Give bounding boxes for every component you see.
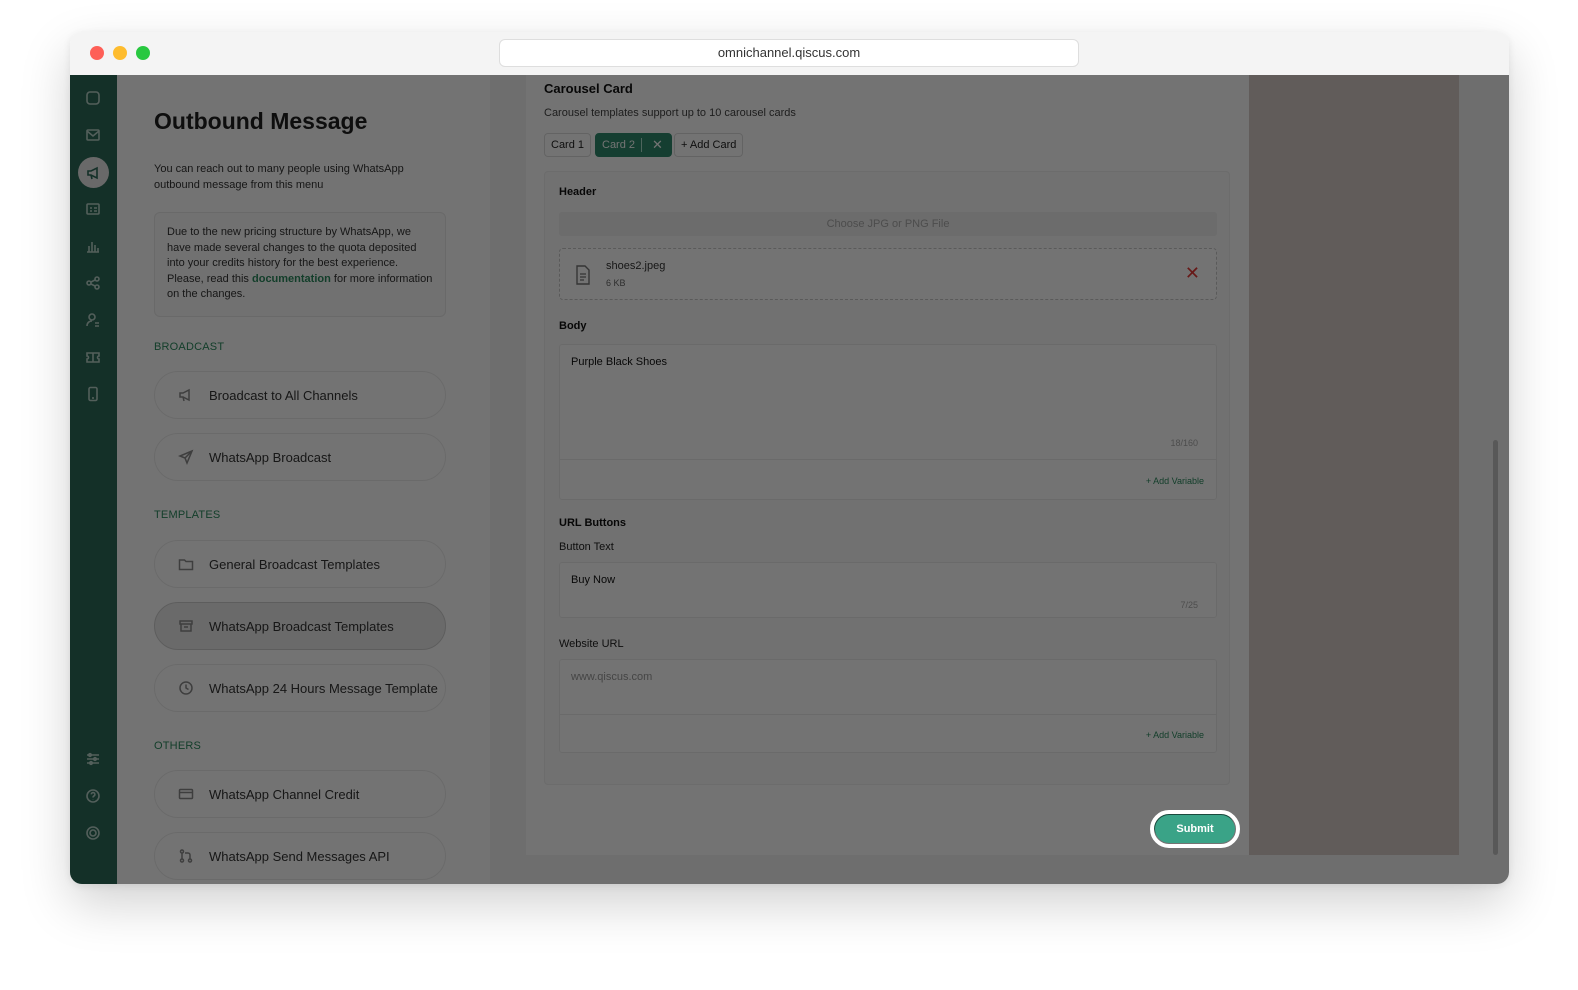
button-text-value: Buy Now — [571, 574, 616, 586]
menu-label: General Broadcast Templates — [209, 556, 381, 572]
browser-window: omnichannel.qiscus.com Outbound Message … — [70, 32, 1509, 884]
url-buttons-label: URL Buttons — [559, 517, 627, 529]
menu-whatsapp-24-hours-template[interactable]: WhatsApp 24 Hours Message Template — [154, 664, 446, 712]
menu-whatsapp-send-messages-api[interactable]: WhatsApp Send Messages API — [154, 832, 446, 880]
git-pull-icon — [177, 847, 195, 865]
button-text-label: Button Text — [559, 541, 614, 553]
body-char-count: 18/160 — [1170, 438, 1198, 448]
menu-general-broadcast-templates[interactable]: General Broadcast Templates — [154, 540, 446, 588]
inbox-icon[interactable] — [82, 124, 104, 146]
website-url-placeholder: www.qiscus.com — [571, 671, 653, 683]
analytics-icon[interactable] — [82, 235, 104, 257]
help-icon[interactable] — [82, 785, 104, 807]
outbound-panel: Outbound Message You can reach out to ma… — [117, 75, 536, 884]
address-bar[interactable]: omnichannel.qiscus.com — [499, 39, 1079, 67]
app-content: Outbound Message You can reach out to ma… — [70, 75, 1509, 884]
close-window-button[interactable] — [90, 46, 104, 60]
credit-card-icon — [177, 785, 195, 803]
file-size: 6 KB — [606, 278, 626, 288]
website-url-label: Website URL — [559, 638, 624, 650]
archive-icon — [177, 617, 195, 635]
menu-label: WhatsApp 24 Hours Message Template — [209, 680, 438, 696]
submit-button[interactable]: Submit — [1155, 815, 1235, 843]
section-templates: TEMPLATES — [154, 509, 221, 521]
main-area: Carousel Card Carousel templates support… — [490, 75, 1509, 884]
section-broadcast: BROADCAST — [154, 341, 225, 353]
website-url-input[interactable]: www.qiscus.com + Add Variable — [559, 659, 1217, 753]
body-value: Purple Black Shoes — [571, 356, 667, 368]
choose-file-button[interactable]: Choose JPG or PNG File — [559, 212, 1217, 236]
body-add-variable-button[interactable]: + Add Variable — [1146, 476, 1204, 486]
remove-file-icon[interactable]: ✕ — [1185, 263, 1200, 283]
section-others: OTHERS — [154, 740, 202, 752]
carousel-card-form: Carousel Card Carousel templates support… — [526, 75, 1249, 855]
maximize-window-button[interactable] — [136, 46, 150, 60]
megaphone-icon — [177, 386, 195, 404]
url-add-variable-button[interactable]: + Add Variable — [1146, 730, 1204, 740]
chat-icon[interactable] — [82, 87, 104, 109]
send-icon — [177, 448, 195, 466]
carousel-subtitle: Carousel templates support up to 10 caro… — [544, 107, 796, 119]
card-editor: Header Choose JPG or PNG File shoes2.jpe… — [544, 171, 1230, 785]
preview-panel — [1249, 75, 1459, 855]
uploaded-file: shoes2.jpeg 6 KB ✕ — [559, 248, 1217, 300]
menu-label: WhatsApp Broadcast — [209, 449, 332, 465]
remove-card-icon[interactable]: ✕ — [648, 134, 667, 156]
page-title: Outbound Message — [154, 108, 368, 134]
tab-card-2[interactable]: Card 2 ✕ — [595, 133, 672, 157]
page-description: You can reach out to many people using W… — [154, 163, 404, 191]
menu-whatsapp-broadcast-templates[interactable]: WhatsApp Broadcast Templates — [154, 602, 446, 650]
file-name: shoes2.jpeg — [606, 260, 666, 272]
menu-label: WhatsApp Channel Credit — [209, 786, 360, 802]
menu-whatsapp-broadcast[interactable]: WhatsApp Broadcast — [154, 433, 446, 481]
tab-card-2-label: Card 2 — [602, 139, 636, 151]
button-text-char-count: 7/25 — [1180, 600, 1198, 610]
mobile-icon[interactable] — [82, 383, 104, 405]
tab-divider — [641, 138, 643, 152]
power-icon[interactable] — [82, 822, 104, 844]
title-bar: omnichannel.qiscus.com — [70, 32, 1509, 75]
clock-icon — [177, 679, 195, 697]
documentation-link[interactable]: documentation — [252, 273, 331, 285]
main-scrollbar[interactable] — [1493, 440, 1498, 855]
carousel-title: Carousel Card — [544, 81, 633, 96]
header-label: Header — [559, 186, 597, 198]
add-card-button[interactable]: + Add Card — [674, 133, 744, 157]
ticket-icon[interactable] — [82, 346, 104, 368]
agent-icon[interactable] — [82, 309, 104, 331]
megaphone-icon[interactable] — [78, 157, 109, 188]
contacts-icon[interactable] — [82, 198, 104, 220]
body-label: Body — [559, 320, 587, 332]
body-textarea[interactable]: Purple Black Shoes 18/160 + Add Variable — [559, 344, 1217, 500]
menu-whatsapp-channel-credit[interactable]: WhatsApp Channel Credit — [154, 770, 446, 818]
tab-card-1[interactable]: Card 1 — [544, 133, 592, 157]
nav-rail — [70, 75, 117, 884]
pricing-notice: Due to the new pricing structure by What… — [154, 212, 446, 317]
folder-icon — [177, 555, 195, 573]
menu-broadcast-all-channels[interactable]: Broadcast to All Channels — [154, 371, 446, 419]
menu-label: Broadcast to All Channels — [209, 387, 358, 403]
settings-icon[interactable] — [82, 748, 104, 770]
file-icon — [576, 265, 590, 285]
minimize-window-button[interactable] — [113, 46, 127, 60]
field-divider — [560, 714, 1216, 715]
field-divider — [560, 459, 1216, 460]
menu-label: WhatsApp Broadcast Templates — [209, 618, 394, 634]
menu-label: WhatsApp Send Messages API — [209, 848, 390, 864]
integration-icon[interactable] — [82, 272, 104, 294]
button-text-input[interactable]: Buy Now 7/25 — [559, 562, 1217, 618]
